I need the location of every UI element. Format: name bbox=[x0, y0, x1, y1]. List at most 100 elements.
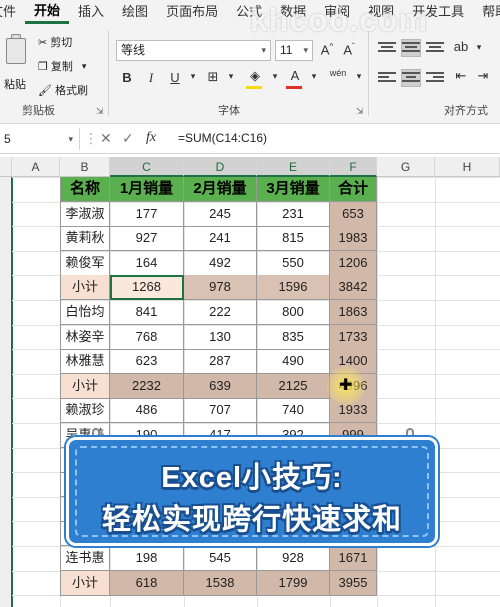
table-cell[interactable]: 815 bbox=[257, 226, 330, 251]
font-name-select[interactable]: 等线 ▾ bbox=[116, 40, 271, 61]
subtotal-cell[interactable]: 1596 bbox=[257, 275, 330, 300]
subtotal-cell[interactable]: 小计 bbox=[60, 374, 110, 399]
borders-icon[interactable]: ⊞ bbox=[204, 69, 222, 85]
tab-insert[interactable]: 插入 bbox=[69, 0, 113, 24]
formula-input[interactable]: =SUM(C14:C16) bbox=[178, 131, 267, 145]
decrease-font-icon[interactable]: Aˇ bbox=[340, 42, 358, 57]
subtotal-cell[interactable]: 2232 bbox=[110, 374, 184, 399]
table-cell[interactable]: 1983 bbox=[330, 226, 377, 251]
table-cell[interactable]: 545 bbox=[184, 546, 257, 571]
chevron-down-icon[interactable]: ▾ bbox=[470, 42, 488, 53]
paste-button[interactable]: 粘贴 bbox=[2, 32, 28, 92]
align-right-icon[interactable] bbox=[426, 70, 444, 86]
table-cell[interactable]: 1671 bbox=[330, 546, 377, 571]
table-cell[interactable]: 1733 bbox=[330, 325, 377, 350]
table-cell[interactable]: 1863 bbox=[330, 300, 377, 325]
fx-icon[interactable]: fx bbox=[146, 130, 156, 146]
orientation-icon[interactable]: ab bbox=[452, 39, 470, 54]
header-cell[interactable]: 1月销量 bbox=[110, 177, 184, 202]
copy-button[interactable]: ❐ 复制 ▾ bbox=[38, 58, 86, 74]
decrease-indent-icon[interactable]: ⇤ bbox=[452, 68, 470, 84]
column-header-h[interactable]: H bbox=[435, 157, 500, 177]
subtotal-cell[interactable]: 1799 bbox=[257, 571, 330, 596]
header-cell[interactable]: 3月销量 bbox=[257, 177, 330, 202]
column-header-g[interactable]: G bbox=[377, 157, 435, 177]
enter-icon[interactable]: ✓ bbox=[122, 130, 134, 147]
tab-file[interactable]: 文件 bbox=[0, 0, 25, 24]
table-cell[interactable]: 李淑淑 bbox=[60, 202, 110, 227]
tab-draw[interactable]: 绘图 bbox=[113, 0, 157, 24]
tab-home[interactable]: 开始 bbox=[25, 0, 70, 24]
format-painter-button[interactable]: 🖌 格式刷 bbox=[38, 82, 88, 98]
subtotal-cell[interactable]: 3955 bbox=[330, 571, 377, 596]
table-cell[interactable]: 492 bbox=[184, 251, 257, 276]
subtotal-cell[interactable]: 978 bbox=[184, 275, 257, 300]
chevron-down-icon[interactable]: ▾ bbox=[266, 71, 284, 82]
subtotal-cell[interactable]: 618 bbox=[110, 571, 184, 596]
table-cell[interactable]: 林雅慧 bbox=[60, 349, 110, 374]
table-cell[interactable]: 连书惠 bbox=[60, 546, 110, 571]
column-header-a[interactable]: A bbox=[12, 157, 60, 177]
bold-button[interactable]: B bbox=[118, 70, 136, 85]
table-cell[interactable]: 800 bbox=[257, 300, 330, 325]
column-header-b[interactable]: B bbox=[60, 157, 110, 177]
header-cell[interactable]: 合计 bbox=[330, 177, 377, 202]
header-cell[interactable]: 2月销量 bbox=[184, 177, 257, 202]
table-cell[interactable]: 927 bbox=[110, 226, 184, 251]
table-cell[interactable]: 490 bbox=[257, 349, 330, 374]
table-cell[interactable]: 245 bbox=[184, 202, 257, 227]
table-cell[interactable]: 835 bbox=[257, 325, 330, 350]
table-cell[interactable]: 241 bbox=[184, 226, 257, 251]
column-header-d[interactable]: D bbox=[184, 157, 257, 177]
table-cell[interactable]: 740 bbox=[257, 398, 330, 423]
chevron-down-icon[interactable]: ▾ bbox=[184, 71, 202, 82]
table-cell[interactable]: 林姿辛 bbox=[60, 325, 110, 350]
table-cell[interactable]: 1206 bbox=[330, 251, 377, 276]
font-launcher-icon[interactable]: ⇲ bbox=[356, 106, 364, 117]
table-cell[interactable]: 白怡均 bbox=[60, 300, 110, 325]
align-bottom-icon[interactable] bbox=[426, 40, 444, 56]
table-cell[interactable]: 486 bbox=[110, 398, 184, 423]
font-color-icon[interactable]: A bbox=[286, 68, 304, 83]
tab-page-layout[interactable]: 页面布局 bbox=[157, 0, 227, 24]
table-cell[interactable]: 198 bbox=[110, 546, 184, 571]
phonetic-guide-icon[interactable]: wén bbox=[325, 68, 351, 78]
align-middle-icon[interactable] bbox=[401, 39, 421, 57]
select-all-corner[interactable] bbox=[0, 157, 12, 177]
italic-button[interactable]: I bbox=[142, 70, 160, 86]
font-size-select[interactable]: 11 ▾ bbox=[275, 40, 313, 61]
align-left-icon[interactable] bbox=[378, 70, 396, 86]
increase-indent-icon[interactable]: ⇥ bbox=[474, 68, 492, 84]
table-cell[interactable]: 231 bbox=[257, 202, 330, 227]
table-cell[interactable]: 707 bbox=[184, 398, 257, 423]
table-cell[interactable]: 841 bbox=[110, 300, 184, 325]
table-cell[interactable]: 653 bbox=[330, 202, 377, 227]
name-box[interactable]: 5 ▾ bbox=[0, 128, 80, 150]
table-cell[interactable]: 130 bbox=[184, 325, 257, 350]
chevron-down-icon[interactable]: ▾ bbox=[222, 71, 240, 82]
table-cell[interactable]: 177 bbox=[110, 202, 184, 227]
column-header-c[interactable]: C bbox=[110, 157, 184, 177]
tab-help[interactable]: 帮助 bbox=[473, 0, 500, 24]
table-cell[interactable]: 赖淑珍 bbox=[60, 398, 110, 423]
align-top-icon[interactable] bbox=[378, 40, 396, 56]
table-cell[interactable]: 黄莉秋 bbox=[60, 226, 110, 251]
table-cell[interactable]: 928 bbox=[257, 546, 330, 571]
subtotal-cell[interactable]: 小计 bbox=[60, 275, 110, 300]
table-cell[interactable]: 623 bbox=[110, 349, 184, 374]
table-cell[interactable]: 287 bbox=[184, 349, 257, 374]
subtotal-cell[interactable]: 1538 bbox=[184, 571, 257, 596]
subtotal-cell[interactable]: 639 bbox=[184, 374, 257, 399]
fill-color-icon[interactable]: ◈ bbox=[246, 68, 264, 84]
header-cell[interactable]: 名称 bbox=[60, 177, 110, 202]
chevron-down-icon[interactable]: ▾ bbox=[350, 71, 368, 82]
column-header-f[interactable]: F bbox=[330, 157, 377, 177]
table-cell[interactable]: 768 bbox=[110, 325, 184, 350]
align-center-icon[interactable] bbox=[401, 69, 421, 87]
chevron-down-icon[interactable]: ▾ bbox=[305, 71, 323, 82]
table-cell[interactable]: 550 bbox=[257, 251, 330, 276]
underline-button[interactable]: U bbox=[166, 70, 184, 85]
subtotal-cell[interactable]: 小计 bbox=[60, 571, 110, 596]
cancel-icon[interactable]: ✕ bbox=[100, 130, 112, 147]
subtotal-cell[interactable]: 3842 bbox=[330, 275, 377, 300]
